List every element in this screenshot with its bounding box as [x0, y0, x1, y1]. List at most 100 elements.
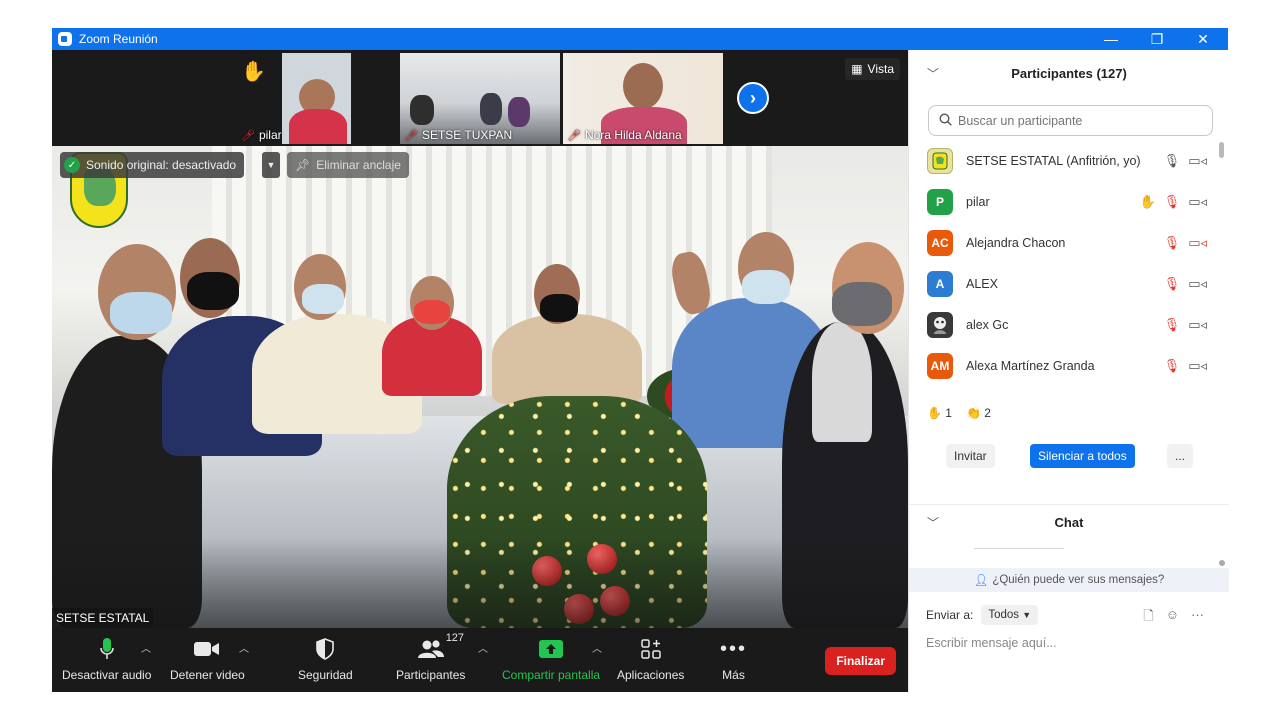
avatar: [927, 147, 953, 174]
table-reflection: [52, 538, 908, 628]
participants-list: SETSE ESTATAL (Anfitrión, yo) 🎙︎ ▭◃ P pi…: [909, 140, 1229, 386]
thumbnail-label: 🎤︎ pilar: [241, 128, 282, 142]
view-button[interactable]: ▦ Vista: [845, 58, 900, 80]
thumbnail-pilar[interactable]: ✋ 🎤︎ pilar: [237, 53, 351, 144]
close-button[interactable]: ✕: [1180, 28, 1226, 50]
mute-audio-button[interactable]: Desactivar audio: [62, 636, 151, 682]
mic-muted-icon[interactable]: 🎙︎: [1164, 317, 1181, 333]
video-camera-icon[interactable]: ▭◃: [1188, 153, 1207, 169]
pin-icon: 📌︎: [295, 158, 311, 172]
send-to-label: Enviar a:: [926, 608, 974, 622]
search-input[interactable]: [958, 113, 1198, 128]
participant-row[interactable]: alex Gc 🎙︎ ▭◃: [909, 304, 1219, 345]
audio-options-caret[interactable]: ︿: [141, 640, 151, 655]
mic-muted-icon[interactable]: 🎙︎: [1164, 194, 1181, 210]
chat-tools: 🗋 ☺ ···: [1143, 607, 1204, 629]
chat-scrollbar[interactable]: [1219, 560, 1225, 566]
video-off-icon[interactable]: ▭◃: [1188, 235, 1207, 251]
video-options-caret[interactable]: ︿: [239, 640, 249, 655]
participant-row[interactable]: P pilar ✋ 🎙︎ ▭◃: [909, 181, 1219, 222]
more-button[interactable]: ••• Más: [720, 636, 748, 683]
search-icon: [939, 112, 952, 129]
participant-search[interactable]: [928, 105, 1213, 136]
mic-muted-icon[interactable]: 🎙︎: [1164, 235, 1181, 251]
video-camera-icon[interactable]: ▭◃: [1188, 194, 1207, 210]
share-options-caret[interactable]: ︿: [592, 640, 602, 655]
participant-body: [289, 109, 347, 144]
raised-hand-icon: ✋: [241, 61, 266, 83]
gallery-strip: ✋ 🎤︎ pilar 🎤︎ SETSE TUXPAN 🎤︎ Nora Hilda…: [52, 50, 908, 146]
send-to-row: Enviar a: Todos ▼: [926, 605, 1039, 625]
recipient-select[interactable]: Todos ▼: [981, 605, 1039, 625]
thumbnail-setse-tuxpan[interactable]: 🎤︎ SETSE TUXPAN: [400, 53, 560, 144]
zoom-logo-icon: [58, 32, 72, 46]
clap-count[interactable]: 👏 2: [966, 406, 991, 420]
participant-row[interactable]: A ALEX 🎙︎ ▭◃: [909, 263, 1219, 304]
apps-button[interactable]: Aplicaciones: [617, 636, 684, 682]
mute-all-button[interactable]: Silenciar a todos: [1030, 444, 1135, 468]
window-title: Zoom Reunión: [79, 32, 158, 46]
participant-figure: [508, 97, 530, 127]
participants-button[interactable]: 127 Participantes: [396, 632, 465, 682]
stop-video-button[interactable]: Detener video: [170, 636, 245, 682]
invite-button[interactable]: Invitar: [946, 444, 995, 468]
share-screen-button[interactable]: Compartir pantalla: [502, 636, 600, 682]
original-sound-dropdown[interactable]: ▼: [262, 152, 280, 178]
face-mask: [742, 270, 790, 304]
person-7-shirt: [812, 322, 872, 442]
collapse-chevron-icon[interactable]: ﹀: [927, 514, 939, 531]
zoom-window: Zoom Reunión — ❐ ✕ ✋ 🎤︎ pilar 🎤︎ SETSE T…: [52, 28, 1229, 692]
apps-icon: [640, 636, 661, 662]
reaction-summary: ✋ 1 👏 2: [927, 406, 991, 420]
face-mask: [302, 284, 344, 314]
security-button[interactable]: Seguridad: [298, 636, 353, 682]
emoji-icon[interactable]: ☺: [1166, 607, 1179, 629]
end-meeting-button[interactable]: Finalizar: [825, 647, 896, 675]
participant-row[interactable]: AC Alejandra Chacon 🎙︎ ▭◃: [909, 222, 1219, 263]
video-camera-icon[interactable]: ▭◃: [1188, 317, 1207, 333]
participant-row[interactable]: AM Alexa Martínez Granda 🎙︎ ▭◃: [909, 345, 1219, 386]
shield-check-icon: ✓: [64, 157, 80, 173]
microphone-icon[interactable]: 🎙︎: [1164, 153, 1181, 169]
more-options-button[interactable]: ...: [1167, 444, 1194, 468]
restore-button[interactable]: ❐: [1134, 28, 1180, 50]
title-bar: Zoom Reunión — ❐ ✕: [52, 28, 1228, 50]
mic-muted-icon[interactable]: 🎙︎: [1164, 276, 1181, 292]
shield-icon: [316, 636, 335, 662]
participants-title: Participantes (127): [1011, 65, 1127, 81]
participants-options-caret[interactable]: ︿: [478, 640, 488, 655]
participants-scrollbar[interactable]: [1219, 142, 1224, 158]
participant-actions: Invitar Silenciar a todos ...: [909, 444, 1229, 474]
next-page-button[interactable]: ›: [737, 82, 769, 114]
mic-muted-icon: 🎤︎: [241, 129, 255, 142]
minimize-button[interactable]: —: [1088, 28, 1134, 50]
participants-count: 127: [445, 632, 465, 644]
thumbnail-name: pilar: [258, 128, 282, 142]
more-dots-icon: •••: [720, 637, 748, 660]
who-can-see-messages[interactable]: 👤︎ ¿Quién puede ver sus mensajes?: [909, 568, 1229, 592]
file-icon[interactable]: 🗋: [1143, 607, 1153, 629]
microphone-icon: [99, 636, 114, 662]
face-mask: [187, 272, 239, 310]
raised-hand-icon: ✋: [1139, 193, 1156, 209]
unpin-button[interactable]: 📌︎ Eliminar anclaje: [287, 152, 409, 178]
chevron-down-icon: ▼: [1022, 610, 1032, 620]
mic-muted-icon[interactable]: 🎙︎: [1164, 358, 1181, 374]
more-dots-icon[interactable]: ···: [1191, 607, 1204, 629]
participant-name: Alejandra Chacon: [966, 235, 1066, 250]
collapse-chevron-icon[interactable]: ﹀: [927, 65, 939, 82]
original-sound-indicator[interactable]: ✓ Sonido original: desactivado: [60, 152, 245, 178]
raised-hand-icon: ✋: [927, 406, 942, 420]
clapping-hands-icon: 👏: [965, 406, 981, 420]
participant-row[interactable]: SETSE ESTATAL (Anfitrión, yo) 🎙︎ ▭◃: [909, 140, 1219, 181]
share-screen-icon: [539, 636, 564, 662]
avatar: P: [927, 188, 953, 215]
participant-name: pilar: [966, 194, 990, 209]
side-panel: ﹀ Participantes (127) SETSE ESTATAL (Anf…: [908, 50, 1229, 692]
chat-message-input[interactable]: [926, 636, 1216, 650]
video-camera-icon[interactable]: ▭◃: [1188, 276, 1207, 292]
raised-hand-count[interactable]: ✋ 1: [927, 406, 952, 420]
video-camera-icon[interactable]: ▭◃: [1188, 358, 1207, 374]
face-mask: [832, 282, 892, 326]
thumbnail-nora-hilda-aldana[interactable]: 🎤︎ Nora Hilda Aldana: [563, 53, 723, 144]
